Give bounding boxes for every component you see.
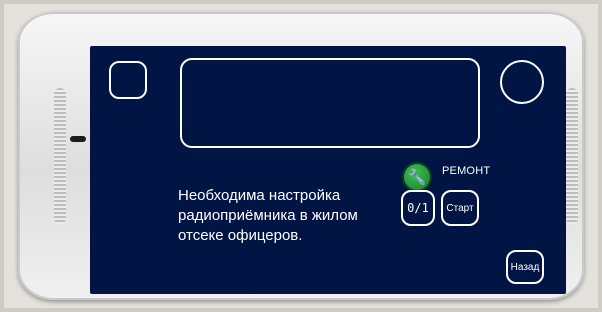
phone-frame: 🔧 РЕМОНТ Необходима настройка радиоприём… <box>18 12 584 300</box>
square-menu-button[interactable] <box>109 61 147 99</box>
progress-counter: 0/1 <box>401 190 435 226</box>
right-speaker-grille <box>566 88 578 224</box>
repair-label: РЕМОНТ <box>442 165 491 177</box>
back-button[interactable]: Назад <box>506 250 544 284</box>
left-speaker-grille <box>54 88 66 224</box>
front-sensor <box>70 136 86 142</box>
task-message: Необходима настройка радиоприёмника в жи… <box>178 187 358 244</box>
round-button[interactable] <box>500 60 544 104</box>
start-button[interactable]: Старт <box>441 190 479 226</box>
display-panel <box>180 58 480 148</box>
wrench-icon: 🔧 <box>404 164 430 190</box>
phone-screen: 🔧 РЕМОНТ Необходима настройка радиоприём… <box>90 46 566 294</box>
